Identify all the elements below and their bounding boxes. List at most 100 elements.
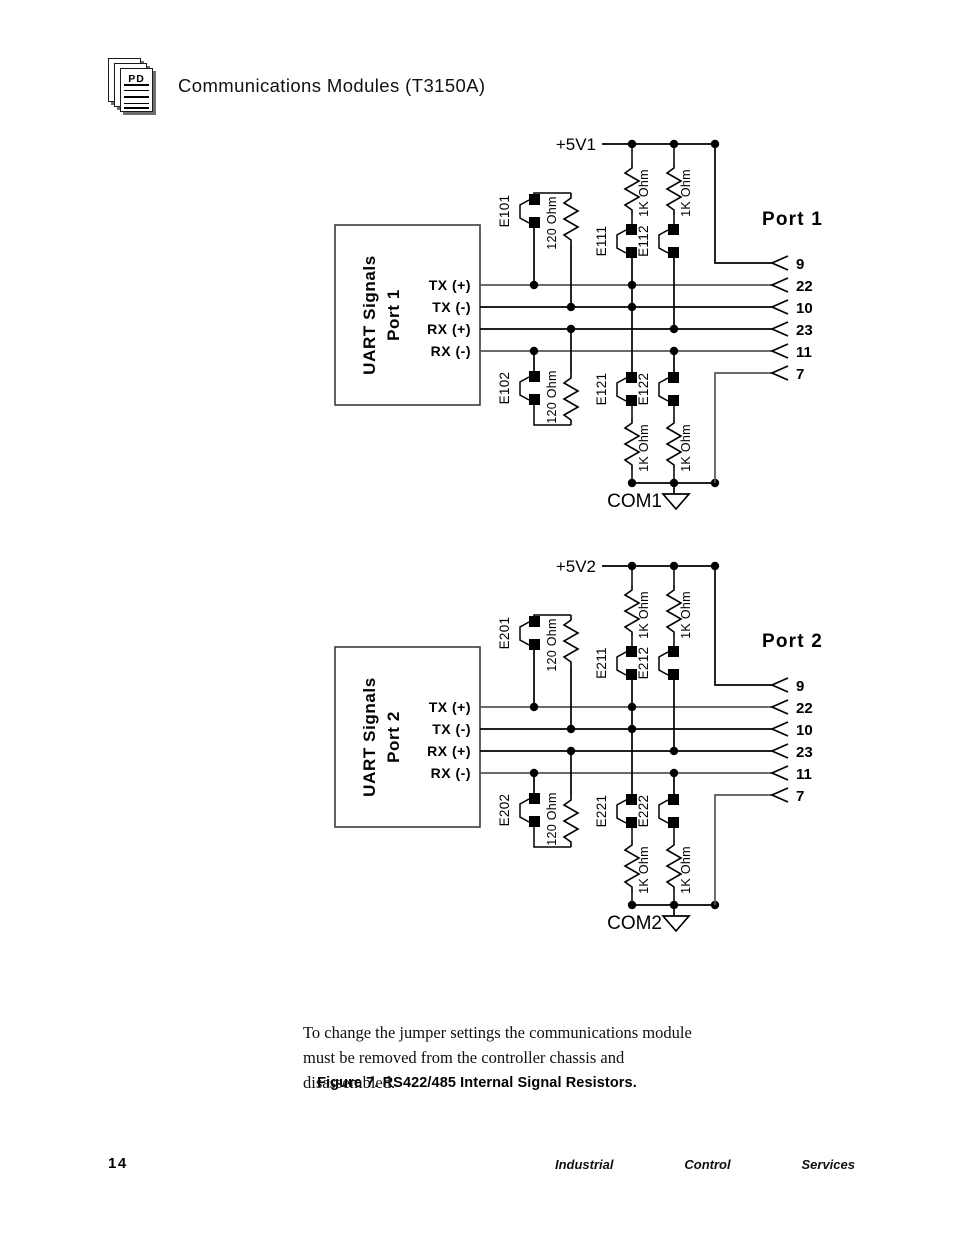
pd-document-stack-icon: PD (108, 58, 160, 115)
jumper-label-e112: E112 (636, 225, 651, 257)
pin-number-9: 9 (796, 678, 804, 695)
resistor-label-1k-top-a: 1K Ohm (637, 169, 651, 217)
jumper-label-e211: E211 (594, 647, 609, 679)
schematic-port1: UART Signals Port 1 TX (+) TX (-) RX (+)… (334, 135, 823, 512)
uart-signals-box-port2 (334, 646, 481, 828)
junction-dot (669, 746, 679, 756)
resistor-label-1k-bottom-a: 1K Ohm (637, 424, 651, 472)
jumper-label-e212: E212 (636, 647, 651, 680)
resistor-label-120-top: 120 Ohm (545, 196, 559, 250)
footer-word-industrial: Industrial (555, 1157, 614, 1172)
ground-symbol (661, 493, 691, 511)
junction-dot (627, 724, 637, 734)
jumper-link-e201 (519, 621, 530, 646)
junction-dot (566, 746, 576, 756)
pin-connector-arrow (769, 277, 789, 293)
jumper-pad (529, 394, 540, 405)
jumper-pad (529, 194, 540, 205)
signal-label-tx-plus: TX (+) (429, 699, 471, 715)
signal-label-rx-minus: RX (-) (431, 343, 471, 359)
jumper-pad (668, 817, 679, 828)
jumper-label-e222: E222 (636, 795, 651, 828)
pin-connector-arrow (769, 765, 789, 781)
footer-word-control: Control (684, 1157, 731, 1172)
jumper-pad (529, 217, 540, 228)
jumper-pad (529, 639, 540, 650)
signal-label-tx-minus: TX (-) (432, 721, 471, 737)
pin-number-22: 22 (796, 700, 813, 717)
jumper-pad (529, 793, 540, 804)
junction-dot (529, 346, 539, 356)
rail-label-plus5v: +5V1 (556, 135, 596, 154)
junction-dot (627, 280, 637, 290)
schematic-port2: UART Signals Port 2 TX (+) TX (-) RX (+)… (334, 557, 822, 934)
pin-number-9: 9 (796, 256, 804, 273)
resistor-label-1k-bottom-b: 1K Ohm (679, 846, 693, 894)
pin-connector-arrow (769, 677, 789, 693)
pin-number-22: 22 (796, 278, 813, 295)
junction-dot (529, 280, 539, 290)
jumper-link-e112 (658, 229, 669, 254)
jumper-pad (529, 371, 540, 382)
jumper-link-e111 (616, 229, 627, 254)
jumper-link-e212 (658, 651, 669, 676)
jumper-pad (668, 224, 679, 235)
page-header: PD Communications Modules (T3150A) (108, 55, 848, 117)
body-paragraph-line1: To change the jumper settings the commun… (303, 1023, 692, 1042)
pin-connector-arrow (769, 321, 789, 337)
signal-label-tx-plus: TX (+) (429, 277, 471, 293)
resistor-120-top (562, 615, 580, 667)
pin-number-11: 11 (796, 344, 812, 361)
body-paragraph-line3: disassembled. (303, 1073, 396, 1092)
pin-number-23: 23 (796, 744, 813, 761)
junction-dot (627, 302, 637, 312)
pin-connector-arrow (769, 787, 789, 803)
pin-number-7: 7 (796, 366, 804, 383)
jumper-link-e211 (616, 651, 627, 676)
footer-brand: Industrial Control Services (555, 1157, 855, 1172)
jumper-pad (529, 616, 540, 627)
jumper-label-e102: E102 (497, 372, 512, 405)
page-title: Communications Modules (T3150A) (178, 75, 486, 96)
resistor-120-bottom (562, 795, 580, 847)
com-to-pin7-wire (714, 372, 772, 483)
pin-connector-arrow (769, 743, 789, 759)
signal-label-rx-plus: RX (+) (427, 321, 471, 337)
jumper-label-e221: E221 (594, 795, 609, 828)
signal-label-tx-minus: TX (-) (432, 299, 471, 315)
junction-dot (627, 702, 637, 712)
ground-label-com2: COM2 (607, 913, 662, 934)
junction-dot (529, 702, 539, 712)
jumper-label-e121: E121 (594, 373, 609, 406)
uart-signals-box-port1 (334, 224, 481, 406)
pin-number-7: 7 (796, 788, 804, 805)
junction-dot (566, 724, 576, 734)
pin-connector-arrow (769, 299, 789, 315)
resistor-label-1k-bottom-b: 1K Ohm (679, 424, 693, 472)
rail-to-pin9-wire (714, 566, 772, 686)
resistor-label-1k-top-b: 1K Ohm (679, 591, 693, 639)
page-footer: 14 Industrial Control Services (0, 1155, 954, 1185)
jumper-link-e101 (519, 199, 530, 224)
pin-connector-arrow (769, 343, 789, 359)
rail-label-plus5v: +5V2 (556, 557, 596, 576)
junction-dot (529, 768, 539, 778)
ground-label-com1: COM1 (607, 491, 662, 512)
ground-symbol (661, 915, 691, 933)
uart-box-label-line1: UART Signals (360, 677, 379, 797)
junction-dot (669, 346, 679, 356)
resistor-label-120-bottom: 120 Ohm (545, 792, 559, 846)
uart-box-label-line2: Port 2 (384, 711, 403, 763)
figure-rs422-485-internal-signal-resistors: UART Signals Port 1 TX (+) TX (-) RX (+)… (0, 125, 954, 1091)
signal-label-rx-plus: RX (+) (427, 743, 471, 759)
junction-dot (566, 302, 576, 312)
footer-page-number: 14 (108, 1155, 128, 1172)
jumper-label-e111: E111 (594, 226, 609, 257)
port-label-port1: Port 1 (762, 209, 823, 230)
jumper-link-e102 (519, 376, 530, 401)
resistor-label-1k-bottom-a: 1K Ohm (637, 846, 651, 894)
jumper-pad (668, 395, 679, 406)
resistor-120-bottom (562, 373, 580, 425)
jumper-label-e201: E201 (497, 617, 512, 650)
junction-dot (566, 324, 576, 334)
